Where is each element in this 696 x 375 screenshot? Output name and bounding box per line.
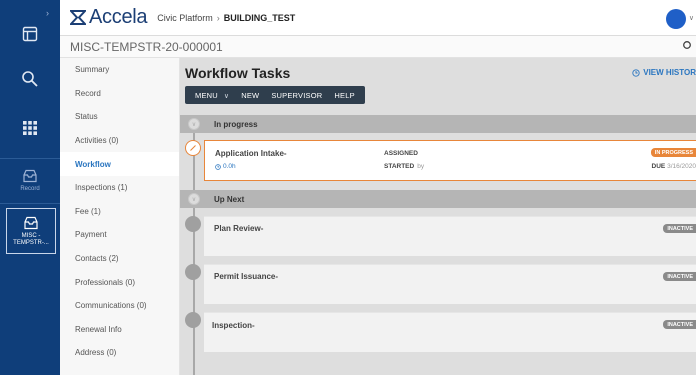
search-icon[interactable] (682, 40, 692, 52)
task-duration: 0.0h (215, 163, 236, 170)
due-label: DUE (651, 163, 666, 170)
task-name[interactable]: Plan Review- (214, 224, 263, 233)
avatar[interactable] (666, 9, 686, 29)
chevron-down-icon: ∨ (223, 92, 230, 100)
breadcrumb-separator-icon: › (216, 12, 220, 23)
search-icon (22, 71, 38, 87)
search-button[interactable] (0, 66, 60, 92)
due-date-value: 3/16/2020 (667, 163, 696, 170)
sidebar-item-summary[interactable]: Summary (60, 58, 179, 82)
sidebar-item-activities-0[interactable]: Activities (0) (60, 129, 179, 153)
layout-icon (22, 26, 38, 42)
sidebar-item-address-0[interactable]: Address (0) (60, 341, 179, 365)
menu-label: MENU (195, 90, 218, 100)
collapse-icon[interactable]: ∨ (188, 193, 200, 205)
task-duration-value: 0.0h (223, 163, 236, 170)
breadcrumb-current: BUILDING_TEST (223, 12, 296, 23)
clock-icon (632, 68, 640, 77)
started-label: STARTED (384, 163, 415, 170)
task-node (185, 264, 201, 280)
accela-logo-icon (70, 10, 86, 25)
rail-record-label: Record (20, 186, 40, 192)
workflow-panel: Workflow Tasks VIEW HISTOR MENU ∨ NEW SUP… (180, 58, 696, 375)
inbox-icon (23, 169, 37, 183)
inbox-icon (24, 216, 38, 229)
sidebar-item-renewal-info[interactable]: Renewal Info (60, 318, 179, 342)
task-node-active (185, 140, 201, 156)
breadcrumb-item[interactable]: Civic Platform (157, 13, 213, 23)
sidebar-item-communications-0[interactable]: Communications (0) (60, 294, 179, 318)
task-card-inspection[interactable]: Inspection- INACTIVE (204, 312, 696, 352)
task-card-plan-review[interactable]: Plan Review- INACTIVE (204, 216, 696, 256)
started-info: STARTED by (384, 163, 424, 170)
help-button[interactable]: HELP (328, 91, 360, 100)
in-progress-section[interactable]: ∨ In progress (180, 115, 696, 133)
due-date: DUE 3/16/2020 (652, 163, 696, 170)
rail-active-record-button[interactable]: MISC -TEMPSTR-... (6, 208, 56, 254)
new-button[interactable]: NEW (235, 91, 265, 100)
brand-name: Accela (89, 6, 148, 28)
task-name[interactable]: Application Intake- (215, 149, 287, 158)
sidebar-item-professionals-0[interactable]: Professionals (0) (60, 270, 179, 294)
accela-logo[interactable]: Accela (70, 6, 148, 29)
record-header: MISC-TEMPSTR-20-000001 (60, 36, 696, 58)
status-badge: IN PROGRESS (650, 148, 696, 157)
supervisor-button[interactable]: SUPERVISOR (265, 91, 328, 100)
task-node (185, 312, 201, 328)
up-next-label: Up Next (214, 194, 245, 204)
top-bar: Accela Civic Platform › BUILDING_TEST ∨ (60, 0, 696, 36)
grid-icon (23, 121, 37, 135)
chevron-right-icon[interactable]: › (46, 8, 49, 18)
sidebar-item-status[interactable]: Status (60, 105, 179, 129)
view-history-label: VIEW HISTOR (643, 68, 696, 77)
task-name[interactable]: Inspection- (212, 321, 255, 330)
app-rail: › Record MISC -TEMPSTR-... (0, 0, 60, 375)
sidebar-item-fee-1[interactable]: Fee (1) (60, 200, 179, 224)
workflow-toolbar: MENU ∨ NEW SUPERVISOR HELP (185, 86, 365, 104)
status-badge: INACTIVE (663, 320, 696, 329)
menu-button[interactable]: MENU ∨ (189, 91, 235, 100)
record-id: MISC-TEMPSTR-20-000001 (70, 39, 223, 54)
task-card-application-intake[interactable]: Application Intake- 0.0h ASSIGNED STARTE… (204, 140, 696, 181)
status-badge: INACTIVE (663, 272, 696, 281)
dashboard-button[interactable] (0, 22, 60, 46)
apps-button[interactable] (0, 115, 60, 141)
up-next-section[interactable]: ∨ Up Next (180, 190, 696, 208)
in-progress-label: In progress (214, 119, 258, 129)
sidebar-item-contacts-2[interactable]: Contacts (2) (60, 247, 179, 271)
clock-icon (215, 163, 221, 170)
assigned-label: ASSIGNED (384, 150, 418, 157)
rail-record-button[interactable]: Record (0, 158, 60, 204)
sidebar-item-record[interactable]: Record (60, 82, 179, 106)
collapse-icon[interactable]: ∨ (188, 118, 200, 130)
started-by: by (417, 163, 425, 170)
task-name[interactable]: Permit Issuance- (214, 272, 278, 281)
chevron-down-icon[interactable]: ∨ (689, 14, 694, 22)
sidebar-item-inspections-1[interactable]: Inspections (1) (60, 176, 179, 200)
task-node (185, 216, 201, 232)
status-badge: INACTIVE (663, 224, 696, 233)
task-card-permit-issuance[interactable]: Permit Issuance- INACTIVE (204, 264, 696, 304)
breadcrumb: Civic Platform › BUILDING_TEST (157, 13, 295, 23)
record-side-nav: Summary Record Status Activities (0) Workflo… (60, 58, 180, 375)
page-title: Workflow Tasks (185, 65, 291, 81)
timeline-line (193, 122, 195, 375)
pencil-icon (190, 145, 196, 151)
sidebar-item-workflow[interactable]: Workflow (60, 152, 179, 176)
view-history-link[interactable]: VIEW HISTOR (632, 68, 696, 77)
rail-active-record-label: MISC -TEMPSTR-... (13, 232, 49, 246)
sidebar-item-payment[interactable]: Payment (60, 223, 179, 247)
